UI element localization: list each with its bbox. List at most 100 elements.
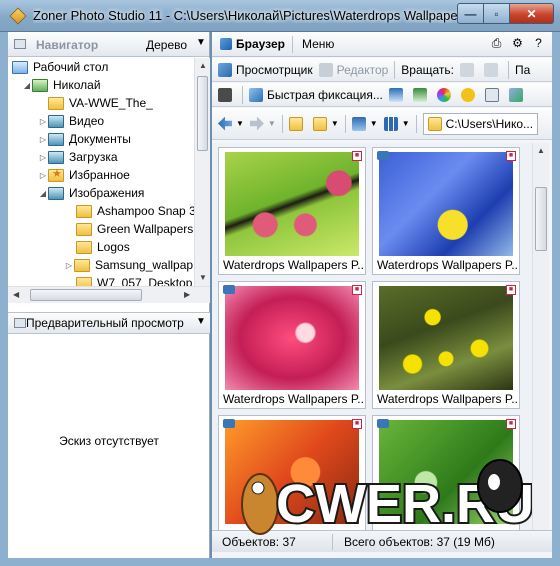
tree-item-label: W7_057_Desktop [97,276,193,286]
folder-up-button[interactable] [288,116,307,131]
tab-browser[interactable]: Браузер [220,37,285,51]
sharpen-button[interactable] [484,87,503,102]
collapsed-arrow-icon[interactable]: ▷ [38,171,48,180]
editor-label: Редактор [336,62,389,77]
color-button[interactable] [436,87,455,102]
brightness-button[interactable] [460,87,479,102]
more-toolbar-item[interactable]: Па [515,63,530,77]
editor-icon [318,62,333,77]
collapsed-arrow-icon[interactable]: ▷ [38,153,48,162]
scrollbar-thumb[interactable] [30,289,142,301]
editor-button[interactable]: Редактор [318,62,389,77]
browser-tabs: Браузер Меню ⎙ ⚙ ? [212,32,552,57]
close-button[interactable]: ✕ [510,3,554,24]
tree-item-green-wallpapers[interactable]: Green Wallpapers [76,220,193,238]
thumbnail-item[interactable]: ■ Waterdrops Wallpapers P... [218,147,366,275]
toolbar-modes: Просмотрщик Редактор Вращать: Па [212,58,552,82]
tree-horizontal-scrollbar[interactable]: ◀ ▶ [8,286,210,303]
tree-item-samsung[interactable]: ▷ Samsung_wallpap [64,256,193,274]
tree-item-downloads[interactable]: ▷ Загрузка [38,148,118,166]
back-button[interactable]: ▼ [218,116,244,131]
scrollbar-thumb[interactable] [197,76,208,151]
favorites-button[interactable]: ▼ [312,116,339,131]
scroll-down-icon[interactable]: ▼ [199,273,207,282]
tree-item-label: Рабочий стол [33,60,109,74]
tree-item-pictures[interactable]: ◢ Изображения [38,184,145,202]
tree-item-w7-desktop[interactable]: W7_057_Desktop [76,274,192,286]
chevron-down-icon[interactable]: ▼ [196,316,206,327]
tree-item-user[interactable]: ◢ Николай [22,76,101,94]
tree-item-label: Видео [69,114,105,128]
expanded-arrow-icon[interactable]: ◢ [38,189,48,198]
path-field[interactable]: C:\Users\Нико... [422,112,539,135]
tree-mode-dropdown[interactable]: Дерево [146,38,187,52]
tree-item-va-wwe[interactable]: VA-WWE_The_ [48,94,153,112]
view-mode-button[interactable]: ▼ [383,116,410,131]
quick-fix-button[interactable]: Быстрая фиксация... [249,87,383,102]
chevron-down-icon[interactable]: ▼ [196,37,206,48]
divider [242,85,243,104]
scroll-up-icon[interactable]: ▲ [537,146,545,155]
tree-item-label: Избранное [69,168,130,182]
gear-icon[interactable]: ⚙ [510,36,525,51]
tree-vertical-scrollbar[interactable]: ▲ ▼ [194,58,210,286]
tree-item-label: Green Wallpapers [97,222,194,236]
preview-header: Предварительный просмотр ▼ [8,312,210,334]
tree-item-desktop[interactable]: Рабочий стол [12,58,108,76]
rotate-label-item: Вращать: [401,63,454,77]
tab-menu[interactable]: Меню [302,37,334,51]
tree-item-logos[interactable]: Logos [76,238,130,256]
scroll-up-icon[interactable]: ▲ [199,61,207,70]
levels-icon [388,87,403,102]
levels-button[interactable] [388,87,407,102]
maximize-button[interactable]: ▫ [484,3,510,24]
viewer-button[interactable]: Просмотрщик [218,62,313,77]
thumbnail-item[interactable]: ■ Waterdrops Wallpapers P... [218,281,366,409]
collapsed-arrow-icon[interactable]: ▷ [38,117,48,126]
forward-button[interactable]: ▼ [249,116,276,131]
pin-icon[interactable] [14,39,26,49]
minimize-button[interactable]: — [457,3,484,24]
preview-title: Предварительный просмотр [26,316,184,330]
tree-item-favorites[interactable]: ▷ Избранное [38,166,130,184]
curves-button[interactable] [412,87,431,102]
chevron-down-icon[interactable]: ▼ [236,119,244,128]
chevron-down-icon[interactable]: ▼ [370,119,378,128]
window-controls: — ▫ ✕ [457,3,554,24]
thumbnail-caption: Waterdrops Wallpapers P... [377,392,517,406]
scrollbar-thumb[interactable] [535,187,547,251]
resize-icon [508,87,523,102]
folder-icon [74,258,90,272]
collapsed-arrow-icon[interactable]: ▷ [64,261,74,270]
thumbnail-caption: Waterdrops Wallpapers P... [377,258,517,272]
expanded-arrow-icon[interactable]: ◢ [22,81,32,90]
chevron-down-icon[interactable]: ▼ [402,119,410,128]
rotate-right-button[interactable] [484,62,502,77]
resize-button[interactable] [508,87,527,102]
tree-item-documents[interactable]: ▷ Документы [38,130,131,148]
camera-icon [377,419,389,428]
rotate-left-button[interactable] [460,62,478,77]
chevron-down-icon[interactable]: ▼ [268,119,276,128]
divider [415,114,417,133]
pin-icon[interactable] [14,318,26,328]
sort-button[interactable]: ▼ [351,116,378,131]
chevron-down-icon[interactable]: ▼ [331,119,339,128]
video-folder-icon [48,114,64,128]
camera-button[interactable] [218,87,236,102]
help-icon[interactable]: ? [531,36,546,51]
thumbnail-image [225,286,359,390]
grid-vertical-scrollbar[interactable]: ▲ [532,143,549,543]
thumbnail-item[interactable]: ■ Waterdrops Wallpapers P... [372,147,520,275]
thumbnail-item[interactable]: ■ Waterdrops Wallpapers P... [372,281,520,409]
scroll-left-icon[interactable]: ◀ [13,290,19,299]
folder-icon [76,204,92,218]
tree-item-label: Николай [53,78,101,92]
tree-item-ashampoo[interactable]: Ashampoo Snap 3 [76,202,194,220]
thumbnail-caption: Waterdrops Wallpapers P... [223,392,363,406]
scroll-right-icon[interactable]: ▶ [184,290,190,299]
collapsed-arrow-icon[interactable]: ▷ [38,135,48,144]
tree-item-video[interactable]: ▷ Видео [38,112,104,130]
navigator-header: Навигатор Дерево ▼ [8,32,209,57]
camera-import-icon[interactable]: ⎙ [489,36,504,51]
